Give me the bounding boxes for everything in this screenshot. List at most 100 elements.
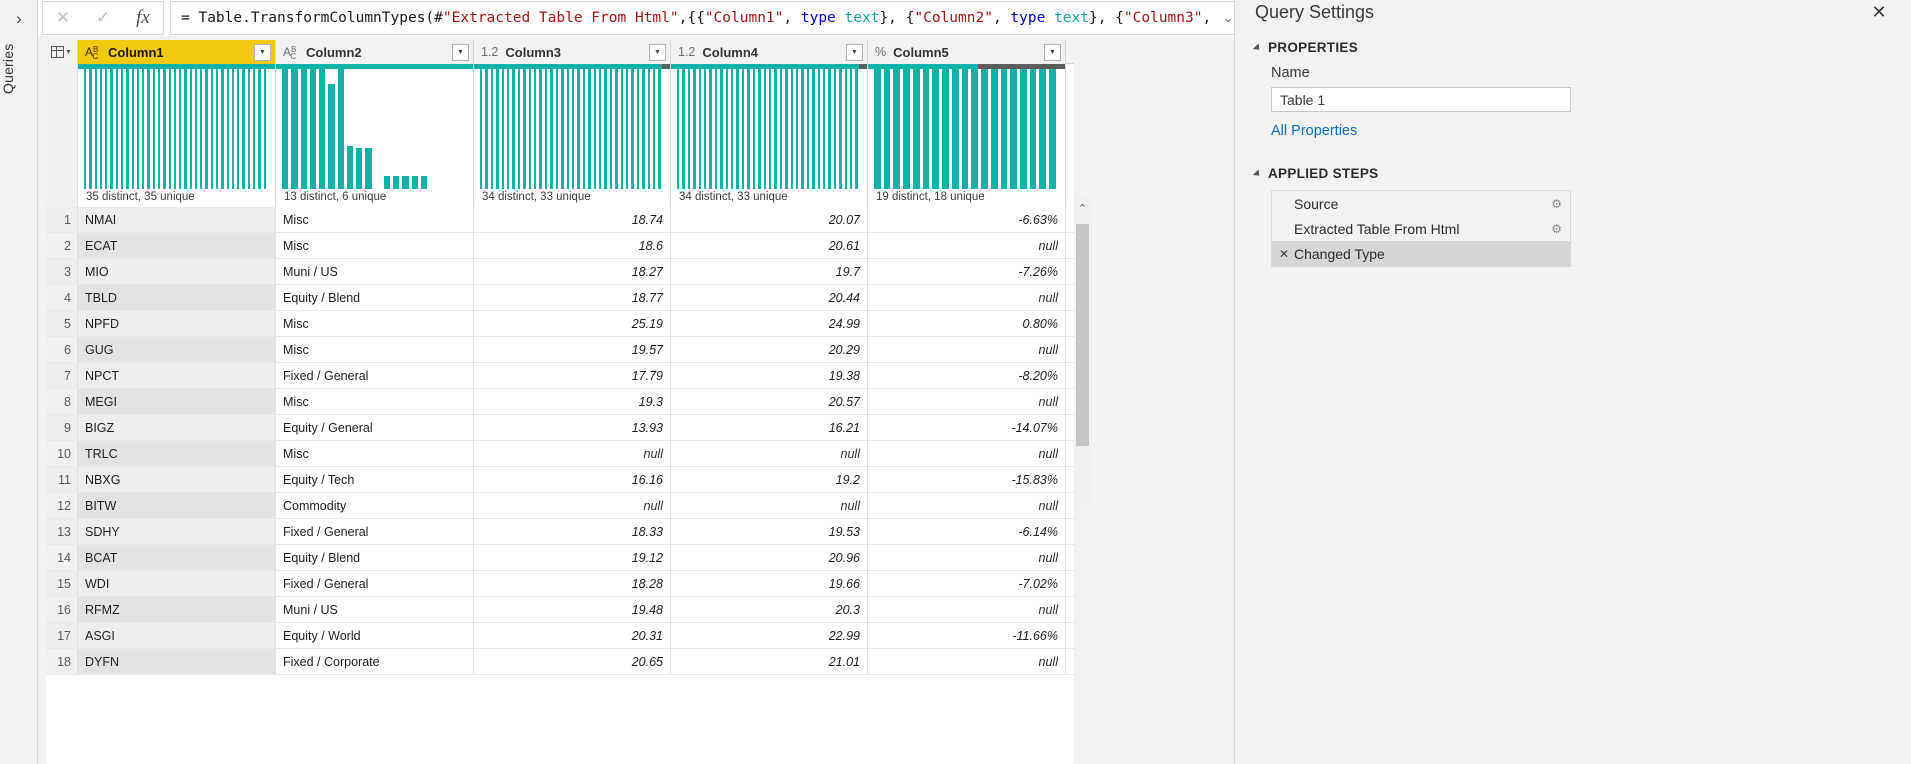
column-header-column5[interactable]: % Column5 ▼: [868, 40, 1066, 64]
table-cell-column1[interactable]: NPCT: [78, 363, 276, 388]
table-cell-column2[interactable]: Misc: [276, 389, 474, 414]
table-cell-column5[interactable]: null: [868, 337, 1066, 362]
table-cell-column5[interactable]: null: [868, 389, 1066, 414]
formula-cancel-icon[interactable]: ✕: [43, 2, 83, 34]
all-properties-link[interactable]: All Properties: [1271, 123, 1357, 139]
table-cell-column5[interactable]: -11.66%: [868, 623, 1066, 648]
select-all-grid-icon[interactable]: ▼: [46, 40, 78, 64]
queries-expand-icon[interactable]: ›: [0, 0, 38, 38]
table-row[interactable]: 3 MIO Muni / US 18.27 19.7 -7.26%: [46, 259, 1074, 285]
table-cell-column5[interactable]: -6.14%: [868, 519, 1066, 544]
table-row[interactable]: 4 TBLD Equity / Blend 18.77 20.44 null: [46, 285, 1074, 311]
table-row[interactable]: 2 ECAT Misc 18.6 20.61 null: [46, 233, 1074, 259]
table-cell-column4[interactable]: 20.96: [671, 545, 868, 570]
table-row[interactable]: 9 BIGZ Equity / General 13.93 16.21 -14.07%: [46, 415, 1074, 441]
table-cell-column1[interactable]: TBLD: [78, 285, 276, 310]
table-cell-column4[interactable]: 20.61: [671, 233, 868, 258]
table-cell-column1[interactable]: ECAT: [78, 233, 276, 258]
table-cell-column4[interactable]: 24.99: [671, 311, 868, 336]
table-cell-column5[interactable]: -6.63%: [868, 207, 1066, 232]
table-cell-column5[interactable]: -7.02%: [868, 571, 1066, 596]
table-cell-column4[interactable]: 20.57: [671, 389, 868, 414]
table-cell-column1[interactable]: DYFN: [78, 649, 276, 674]
table-row[interactable]: 11 NBXG Equity / Tech 16.16 19.2 -15.83%: [46, 467, 1074, 493]
table-cell-column5[interactable]: null: [868, 649, 1066, 674]
table-row[interactable]: 1 NMAI Misc 18.74 20.07 -6.63%: [46, 207, 1074, 233]
table-cell-column5[interactable]: 0.80%: [868, 311, 1066, 336]
properties-section-header[interactable]: PROPERTIES: [1252, 40, 1358, 55]
table-cell-column2[interactable]: Misc: [276, 233, 474, 258]
table-cell-column4[interactable]: null: [671, 493, 868, 518]
table-cell-column1[interactable]: RFMZ: [78, 597, 276, 622]
table-cell-column1[interactable]: MEGI: [78, 389, 276, 414]
table-cell-column5[interactable]: null: [868, 285, 1066, 310]
table-row[interactable]: 13 SDHY Fixed / General 18.33 19.53 -6.14%: [46, 519, 1074, 545]
table-cell-column3[interactable]: 19.12: [474, 545, 671, 570]
table-cell-column1[interactable]: TRLC: [78, 441, 276, 466]
table-cell-column1[interactable]: NMAI: [78, 207, 276, 232]
table-cell-column2[interactable]: Equity / General: [276, 415, 474, 440]
table-row[interactable]: 12 BITW Commodity null null null: [46, 493, 1074, 519]
table-cell-column4[interactable]: 19.53: [671, 519, 868, 544]
table-cell-column2[interactable]: Fixed / Corporate: [276, 649, 474, 674]
table-row[interactable]: 7 NPCT Fixed / General 17.79 19.38 -8.20%: [46, 363, 1074, 389]
table-cell-column5[interactable]: null: [868, 545, 1066, 570]
table-cell-column2[interactable]: Misc: [276, 337, 474, 362]
column-filter-dropdown-icon[interactable]: ▼: [1044, 43, 1061, 61]
gear-icon[interactable]: ⚙: [1551, 197, 1562, 211]
table-row[interactable]: 6 GUG Misc 19.57 20.29 null: [46, 337, 1074, 363]
table-cell-column3[interactable]: 13.93: [474, 415, 671, 440]
applied-step-extracted-table-from-html[interactable]: Extracted Table From Html ⚙: [1272, 216, 1570, 241]
table-cell-column1[interactable]: GUG: [78, 337, 276, 362]
table-cell-column5[interactable]: -7.26%: [868, 259, 1066, 284]
table-cell-column4[interactable]: 16.21: [671, 415, 868, 440]
table-cell-column3[interactable]: 19.48: [474, 597, 671, 622]
table-row[interactable]: 17 ASGI Equity / World 20.31 22.99 -11.66%: [46, 623, 1074, 649]
table-cell-column2[interactable]: Misc: [276, 311, 474, 336]
scroll-up-icon[interactable]: ⌃: [1074, 196, 1091, 220]
gear-icon[interactable]: ⚙: [1551, 222, 1562, 236]
formula-confirm-icon[interactable]: ✓: [83, 2, 123, 34]
table-cell-column3[interactable]: 20.65: [474, 649, 671, 674]
table-cell-column3[interactable]: 17.79: [474, 363, 671, 388]
table-cell-column2[interactable]: Fixed / General: [276, 519, 474, 544]
table-cell-column4[interactable]: 19.7: [671, 259, 868, 284]
table-cell-column2[interactable]: Equity / World: [276, 623, 474, 648]
table-cell-column2[interactable]: Equity / Tech: [276, 467, 474, 492]
fx-icon[interactable]: fx: [123, 2, 163, 34]
table-row[interactable]: 16 RFMZ Muni / US 19.48 20.3 null: [46, 597, 1074, 623]
table-cell-column1[interactable]: NBXG: [78, 467, 276, 492]
column-header-column1[interactable]: ABC Column1 ▼: [78, 40, 276, 64]
table-cell-column3[interactable]: 16.16: [474, 467, 671, 492]
table-cell-column2[interactable]: Muni / US: [276, 259, 474, 284]
table-cell-column4[interactable]: 20.3: [671, 597, 868, 622]
table-cell-column3[interactable]: 18.33: [474, 519, 671, 544]
column-filter-dropdown-icon[interactable]: ▼: [452, 43, 469, 61]
table-cell-column3[interactable]: 18.77: [474, 285, 671, 310]
table-cell-column1[interactable]: NPFD: [78, 311, 276, 336]
table-cell-column4[interactable]: 20.44: [671, 285, 868, 310]
table-cell-column1[interactable]: SDHY: [78, 519, 276, 544]
table-cell-column2[interactable]: Misc: [276, 441, 474, 466]
table-cell-column2[interactable]: Misc: [276, 207, 474, 232]
table-cell-column1[interactable]: BCAT: [78, 545, 276, 570]
table-cell-column2[interactable]: Fixed / General: [276, 363, 474, 388]
table-cell-column2[interactable]: Muni / US: [276, 597, 474, 622]
table-cell-column3[interactable]: 19.57: [474, 337, 671, 362]
table-cell-column4[interactable]: 19.66: [671, 571, 868, 596]
column-header-column4[interactable]: 1.2 Column4 ▼: [671, 40, 868, 64]
table-cell-column1[interactable]: MIO: [78, 259, 276, 284]
table-cell-column3[interactable]: 19.3: [474, 389, 671, 414]
table-cell-column5[interactable]: -15.83%: [868, 467, 1066, 492]
table-cell-column5[interactable]: null: [868, 597, 1066, 622]
column-filter-dropdown-icon[interactable]: ▼: [846, 43, 863, 61]
table-cell-column3[interactable]: null: [474, 493, 671, 518]
table-cell-column3[interactable]: 18.6: [474, 233, 671, 258]
table-row[interactable]: 8 MEGI Misc 19.3 20.57 null: [46, 389, 1074, 415]
table-cell-column1[interactable]: BITW: [78, 493, 276, 518]
table-cell-column2[interactable]: Commodity: [276, 493, 474, 518]
table-cell-column2[interactable]: Equity / Blend: [276, 285, 474, 310]
table-cell-column3[interactable]: 18.27: [474, 259, 671, 284]
table-cell-column3[interactable]: 18.74: [474, 207, 671, 232]
table-cell-column4[interactable]: 20.07: [671, 207, 868, 232]
